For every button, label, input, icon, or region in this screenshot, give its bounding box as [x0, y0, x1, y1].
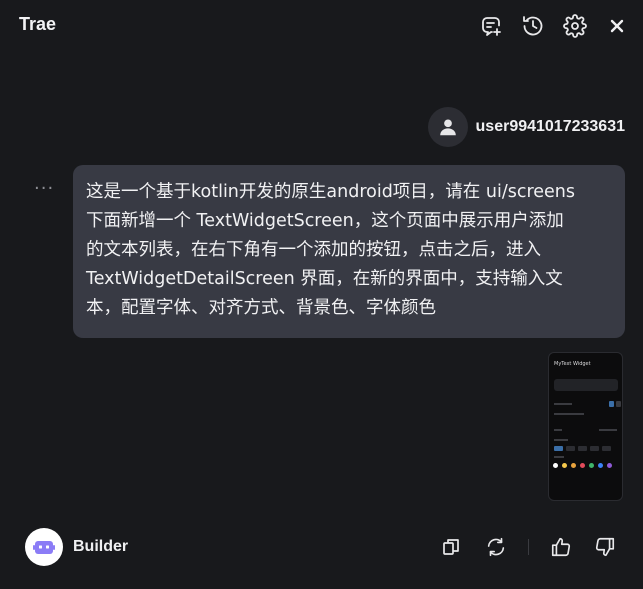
message-text: 这是一个基于kotlin开发的原生android项目，请在 ui/screens…	[86, 178, 611, 323]
close-icon[interactable]	[604, 13, 630, 39]
user-avatar	[427, 107, 468, 147]
color-swatch	[580, 463, 585, 468]
thumbnail-chip	[566, 446, 575, 451]
copy-icon[interactable]	[440, 536, 462, 558]
new-chat-icon[interactable]	[478, 13, 504, 39]
thumbnail-chip	[590, 446, 599, 451]
thumbnail-line	[554, 439, 568, 441]
thumbs-up-icon[interactable]	[550, 536, 572, 558]
assistant-avatar	[25, 528, 63, 566]
color-swatch	[589, 463, 594, 468]
thumbnail-input-preview	[554, 379, 618, 391]
color-swatch	[607, 463, 612, 468]
more-options-icon[interactable]: ···	[34, 178, 54, 199]
thumbnail-chip	[554, 446, 563, 451]
history-icon[interactable]	[520, 13, 546, 39]
thumbs-down-icon[interactable]	[594, 536, 616, 558]
color-swatch	[598, 463, 603, 468]
color-swatch	[553, 463, 558, 468]
thumbnail-block	[616, 401, 621, 407]
thumbnail-line	[554, 456, 564, 458]
message-line: 下面新增一个 TextWidgetScreen，这个页面中展示用户添加	[86, 211, 564, 231]
action-divider	[528, 539, 529, 555]
regenerate-icon[interactable]	[485, 536, 507, 558]
header: Trae	[0, 0, 643, 52]
thumbnail-block	[609, 401, 614, 407]
thumbnail-chip	[602, 446, 611, 451]
thumbnail-title: MyText Widget	[554, 361, 591, 367]
message-line: 的文本列表，在右下角有一个添加的按钮，点击之后，进入	[86, 240, 541, 260]
message-line: 本，配置字体、对齐方式、背景色、字体颜色	[86, 298, 436, 318]
thumbnail-line	[599, 429, 617, 431]
user-message-bubble: 这是一个基于kotlin开发的原生android项目，请在 ui/screens…	[73, 165, 625, 338]
message-line: TextWidgetDetailScreen 界面，在新的界面中，支持输入文	[86, 269, 563, 289]
thumbnail-line	[554, 429, 562, 431]
robot-icon	[33, 541, 55, 554]
attached-image-thumbnail[interactable]: MyText Widget	[548, 352, 623, 501]
username: user9941017233631	[475, 118, 625, 135]
user-header: user9941017233631	[427, 107, 625, 147]
chat-panel: Trae user9941017233631 ··· 这是一个基于kotlin开…	[0, 0, 643, 589]
settings-icon[interactable]	[562, 13, 588, 39]
message-line: 这是一个基于kotlin开发的原生android项目，请在 ui/screens	[86, 182, 576, 202]
assistant-name: Builder	[73, 538, 129, 555]
color-swatch	[571, 463, 576, 468]
person-icon	[439, 119, 456, 136]
thumbnail-line	[554, 413, 584, 415]
color-swatch	[562, 463, 567, 468]
thumbnail-line	[554, 403, 572, 405]
assistant-header: Builder	[25, 528, 128, 566]
app-title: Trae	[19, 14, 57, 34]
thumbnail-chip	[578, 446, 587, 451]
